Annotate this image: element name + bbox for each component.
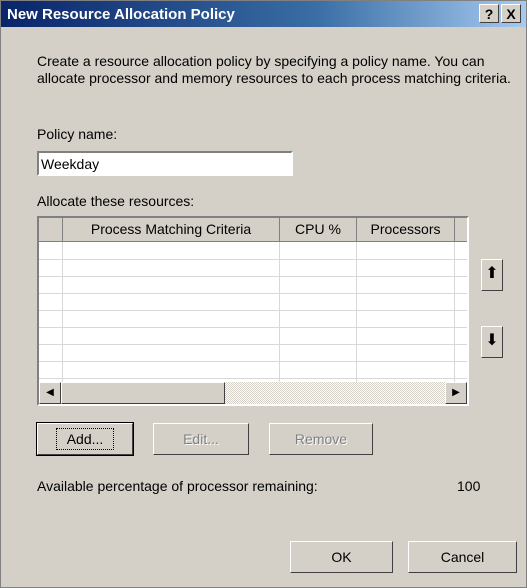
available-processor-value: 100 (457, 478, 481, 494)
down-arrow-icon: ⬇ (485, 332, 499, 349)
grid-line (39, 361, 467, 362)
grid-line (39, 276, 467, 277)
scrollbar-thumb[interactable] (61, 382, 225, 404)
resources-list[interactable]: Process Matching Criteria CPU % Processo… (37, 216, 469, 406)
title-bar[interactable]: New Resource Allocation Policy ? X (1, 1, 526, 27)
grid-line (39, 259, 467, 260)
up-arrow-icon: ⬆ (485, 265, 499, 282)
edit-button[interactable]: Edit... (153, 423, 249, 455)
window-title: New Resource Allocation Policy (7, 6, 235, 23)
grid-line (39, 293, 467, 294)
move-up-button[interactable]: ⬆ (481, 259, 503, 291)
scroll-right-icon[interactable]: ▶ (445, 382, 467, 404)
dialog-window: New Resource Allocation Policy ? X Creat… (0, 0, 527, 588)
help-button[interactable]: ? (479, 4, 499, 23)
intro-text: Create a resource allocation policy by s… (37, 53, 511, 86)
grid-line (39, 378, 467, 379)
ok-button[interactable]: OK (290, 541, 393, 573)
column-header-processors[interactable]: Processors (357, 218, 455, 242)
grid-line (39, 310, 467, 311)
add-button-label: Add... (55, 428, 115, 450)
grid-line (39, 344, 467, 345)
grid-line (39, 327, 467, 328)
available-processor-label: Available percentage of processor remain… (37, 478, 318, 494)
horizontal-scrollbar[interactable]: ◀ ▶ (39, 382, 467, 404)
policy-name-input[interactable]: Weekday (37, 151, 293, 176)
scroll-left-icon[interactable]: ◀ (39, 382, 61, 404)
column-header-filler (455, 218, 467, 242)
close-button[interactable]: X (501, 4, 521, 23)
column-header-cpu[interactable]: CPU % (280, 218, 357, 242)
remove-button[interactable]: Remove (269, 423, 373, 455)
column-header-criteria[interactable]: Process Matching Criteria (63, 218, 280, 242)
column-header-blank[interactable] (39, 218, 63, 242)
cancel-button[interactable]: Cancel (408, 541, 517, 573)
move-down-button[interactable]: ⬇ (481, 326, 503, 358)
allocate-resources-label: Allocate these resources: (37, 193, 195, 209)
add-button[interactable]: Add... (36, 422, 134, 456)
policy-name-label: Policy name: (37, 126, 118, 142)
